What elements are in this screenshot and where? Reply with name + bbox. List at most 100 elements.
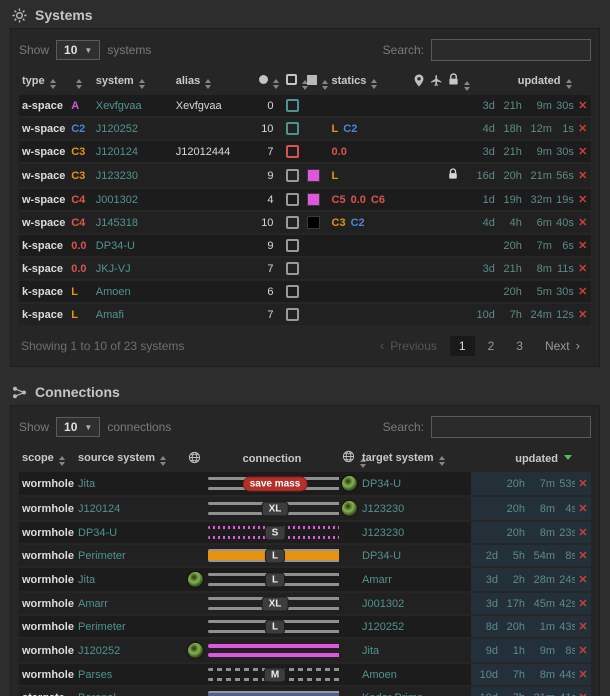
col-alias[interactable]: alias [173, 69, 255, 95]
col-target-system[interactable]: target system [359, 446, 471, 472]
connection-bar[interactable]: XL [208, 502, 339, 515]
col-updated[interactable]: updated [468, 69, 575, 95]
delete-button[interactable]: ✕ [575, 95, 592, 117]
pilot-count-cell: 9 [255, 234, 284, 257]
system-link[interactable]: Amarr [78, 598, 108, 610]
col-target-globe[interactable] [339, 446, 359, 472]
system-link[interactable]: Amoen [362, 669, 397, 681]
connection-bar[interactable]: S [208, 526, 339, 539]
page-button[interactable]: 2 [479, 336, 504, 356]
system-link[interactable]: Perimeter [78, 550, 126, 562]
system-link[interactable]: J123230 [362, 527, 404, 539]
delete-button[interactable]: ✕ [575, 140, 592, 163]
connection-bar[interactable]: L [208, 573, 339, 586]
connection-bar[interactable]: XL [208, 597, 339, 610]
status-filled-cell [304, 117, 329, 140]
previous-button[interactable]: ‹Previous [371, 336, 446, 356]
system-link[interactable]: Amarr [362, 574, 392, 586]
system-link[interactable]: Jita [78, 478, 95, 490]
delete-button[interactable]: ✕ [575, 234, 592, 257]
systems-section: Systems Show 10 ▼ systems Search: [0, 0, 610, 367]
system-link[interactable]: Amafi [96, 309, 124, 321]
system-link[interactable]: Kador Prime [362, 692, 423, 696]
system-link[interactable]: J120124 [78, 503, 120, 515]
system-link[interactable]: DP34-U [362, 478, 401, 490]
updated-part: 2d [474, 550, 498, 562]
system-link[interactable]: Perimeter [78, 621, 126, 633]
updated-part: 18h [495, 123, 522, 135]
col-type[interactable]: type [19, 69, 68, 95]
alias-cell [173, 117, 255, 140]
search-input[interactable] [431, 39, 591, 61]
system-link[interactable]: J120252 [362, 621, 404, 633]
system-link[interactable]: Amoen [96, 286, 131, 298]
delete-button[interactable]: ✕ [575, 280, 592, 303]
col-lock[interactable] [445, 69, 468, 95]
system-link[interactable]: JKJ-VJ [96, 263, 131, 275]
col-statics[interactable]: statics [329, 69, 411, 95]
col-system[interactable]: system [93, 69, 173, 95]
search-input[interactable] [431, 416, 591, 438]
connection-bar[interactable]: L [208, 549, 339, 562]
delete-button[interactable]: ✕ [575, 211, 592, 234]
system-link[interactable]: J123230 [96, 170, 138, 182]
connection-bar[interactable] [208, 644, 339, 657]
col-scope[interactable]: scope [19, 446, 75, 472]
connection-bar[interactable]: L [208, 620, 339, 633]
system-link[interactable]: Parses [78, 669, 112, 681]
page-button[interactable]: 1 [450, 336, 475, 356]
page-length-select[interactable]: 10 ▼ [56, 40, 100, 60]
col-source-globe[interactable] [185, 446, 205, 472]
delete-button[interactable]: ✕ [575, 615, 591, 638]
system-link[interactable]: J120124 [96, 146, 138, 158]
system-link[interactable]: J123230 [362, 503, 404, 515]
col-source-system[interactable]: source system [75, 446, 185, 472]
system-link[interactable]: J001302 [96, 194, 138, 206]
delete-button[interactable]: ✕ [575, 686, 591, 696]
page-button[interactable]: 3 [507, 336, 532, 356]
col-plane[interactable] [427, 69, 445, 95]
col-status-filled[interactable] [304, 69, 329, 95]
delete-button[interactable]: ✕ [575, 257, 592, 280]
delete-button[interactable]: ✕ [575, 638, 591, 663]
col-security[interactable] [68, 69, 93, 95]
page-length-select[interactable]: 10 ▼ [56, 417, 100, 437]
wormhole-swirl-icon [188, 643, 203, 658]
col-location[interactable] [411, 69, 427, 95]
updated-part: 4d [471, 123, 495, 135]
system-link[interactable]: Jita [78, 574, 95, 586]
delete-button[interactable]: ✕ [575, 567, 591, 592]
delete-button[interactable]: ✕ [575, 544, 591, 567]
system-link[interactable]: DP34-U [78, 527, 117, 539]
system-link[interactable]: Jita [362, 645, 379, 657]
col-updated[interactable]: updated [471, 446, 575, 472]
system-link[interactable]: DP34-U [96, 240, 135, 252]
connection-bar[interactable] [208, 691, 339, 696]
system-link[interactable]: J145318 [96, 217, 138, 229]
delete-button[interactable]: ✕ [575, 188, 592, 211]
system-link[interactable]: DP34-U [362, 550, 401, 562]
delete-button[interactable]: ✕ [575, 163, 592, 188]
delete-button[interactable]: ✕ [575, 496, 591, 521]
next-button[interactable]: Next› [536, 336, 589, 356]
delete-button[interactable]: ✕ [575, 303, 592, 326]
delete-button[interactable]: ✕ [575, 592, 591, 615]
updated-part: 43s [555, 621, 575, 633]
delete-button[interactable]: ✕ [575, 521, 591, 544]
security-label: C4 [71, 217, 85, 229]
col-pilots[interactable] [255, 69, 284, 95]
delete-button[interactable]: ✕ [575, 117, 592, 140]
col-status-outline[interactable] [283, 69, 304, 95]
delete-button[interactable]: ✕ [575, 472, 591, 496]
system-link[interactable]: J001302 [362, 598, 404, 610]
connection-bar[interactable]: save mass [208, 477, 339, 490]
system-link[interactable]: J120252 [78, 645, 120, 657]
static-label: C6 [371, 194, 385, 206]
system-link[interactable]: Xevfgvaa [96, 100, 142, 112]
source-globe-cell [185, 472, 205, 496]
system-link[interactable]: J120252 [96, 123, 138, 135]
system-link[interactable]: Boranal [78, 692, 116, 696]
delete-button[interactable]: ✕ [575, 663, 591, 686]
connection-bar[interactable]: M [208, 668, 339, 681]
updated-part: 9m [525, 645, 555, 657]
